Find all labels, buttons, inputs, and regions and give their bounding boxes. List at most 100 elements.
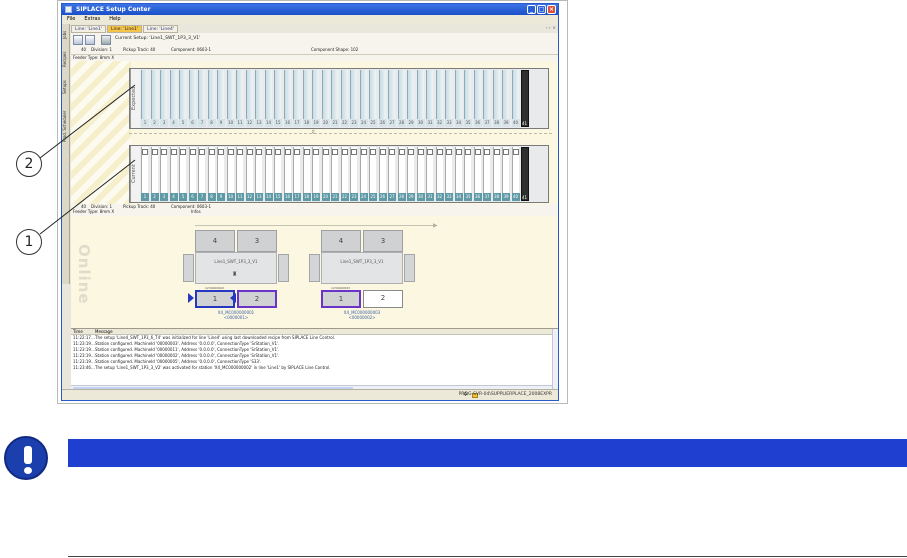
maximize-icon[interactable]: □ <box>537 5 546 14</box>
feeder-track[interactable]: 10 <box>226 147 235 201</box>
feeder-track[interactable]: 15 <box>274 70 282 127</box>
feeder-track[interactable]: 39 <box>502 147 510 201</box>
station-1[interactable]: 4 3 Line1_SWT_1P3_3_V1 ♜ 1234000002 1 2 … <box>183 230 289 320</box>
menu-extras[interactable]: Extras <box>84 15 100 24</box>
log-row[interactable]: 11:23:46... The setup 'Line1_SWT_1P3_3_V2… <box>71 365 558 371</box>
feeder-track[interactable]: 8 <box>207 70 216 127</box>
tab-line-1[interactable]: Line: 'Line1' <box>71 25 107 33</box>
feeder-track[interactable]: 31 <box>426 147 434 201</box>
feeder-track[interactable]: 35 <box>464 70 472 127</box>
feeder-track[interactable]: 13 <box>255 147 263 201</box>
feeder-track[interactable]: 4 <box>169 70 178 127</box>
feeder-track[interactable]: 38 <box>492 147 501 201</box>
feeder-track[interactable]: 11 <box>236 147 244 201</box>
feeder-track[interactable]: 16 <box>283 70 292 127</box>
feeder-track[interactable]: 8 <box>207 147 216 201</box>
feeder-track[interactable]: 26 <box>378 70 387 127</box>
feeder-track[interactable]: 13 <box>255 70 263 127</box>
feeder-track[interactable]: 3 <box>160 70 168 127</box>
feeder-track[interactable]: 28 <box>397 70 406 127</box>
feeder-track[interactable]: 17 <box>293 147 301 201</box>
feeder-track[interactable]: 39 <box>502 70 510 127</box>
feeder-track[interactable]: 27 <box>388 70 396 127</box>
feeder-track[interactable]: 35 <box>464 147 472 201</box>
feeder-track[interactable]: 5 <box>179 70 187 127</box>
feeder-track[interactable]: 21 <box>331 70 339 127</box>
feeder-track[interactable]: 20 <box>321 70 330 127</box>
feeder-track[interactable]: 34 <box>454 147 463 201</box>
head-3[interactable]: 3 <box>363 230 403 252</box>
feeder-track[interactable]: 21 <box>331 147 339 201</box>
feeder-track[interactable]: 18 <box>302 70 311 127</box>
feeder-track[interactable]: 18 <box>302 147 311 201</box>
feeder-track[interactable]: 10 <box>226 70 235 127</box>
feeder-track[interactable]: 19 <box>312 147 320 201</box>
feeder-track[interactable]: 33 <box>445 147 453 201</box>
feeder-track[interactable]: 9 <box>217 147 225 201</box>
feeder-track[interactable]: 25 <box>369 70 377 127</box>
lane-2[interactable]: 2 <box>363 290 403 308</box>
tab-controls[interactable]: ‹ › × <box>546 25 556 33</box>
feeder-track[interactable]: 26 <box>378 147 387 201</box>
feeder-track[interactable]: 14 <box>264 147 273 201</box>
feeder-track[interactable]: 33 <box>445 70 453 127</box>
feeder-track[interactable]: 37 <box>483 70 491 127</box>
feeder-track[interactable]: 19 <box>312 70 320 127</box>
feeder-track[interactable]: 11 <box>236 70 244 127</box>
feeder-track[interactable]: 5 <box>179 147 187 201</box>
feeder-track[interactable]: 6 <box>188 147 197 201</box>
feeder-track[interactable]: 22 <box>340 147 349 201</box>
station-2[interactable]: 4 3 Line1_SWT_1P3_3_V1 1234000003 1 2 X4… <box>309 230 415 320</box>
setup-save-icon[interactable] <box>85 35 95 45</box>
feeder-track[interactable]: 4 <box>169 147 178 201</box>
feeder-track[interactable]: 1 <box>141 147 149 201</box>
head-3[interactable]: 3 <box>237 230 277 252</box>
tab-line-4[interactable]: Line: 'Line4' <box>143 25 179 33</box>
swap-arrow-icon[interactable]: ⇳ <box>311 129 316 136</box>
feeder-track[interactable]: 22 <box>340 70 349 127</box>
feeder-track[interactable]: 9 <box>217 70 225 127</box>
feeder-track[interactable]: 38 <box>492 70 501 127</box>
feeder-track[interactable]: 14 <box>264 70 273 127</box>
feeder-track[interactable]: 30 <box>416 70 425 127</box>
feeder-track[interactable]: 23 <box>350 147 358 201</box>
feeder-track[interactable]: 32 <box>435 147 444 201</box>
printer-icon[interactable] <box>101 35 111 45</box>
feeder-track[interactable]: 15 <box>274 147 282 201</box>
feeder-track[interactable]: 24 <box>359 70 368 127</box>
close-icon[interactable]: × <box>547 5 556 14</box>
feeder-track[interactable]: 23 <box>350 70 358 127</box>
left-tab-recipes[interactable]: Recipes <box>62 46 70 72</box>
feeder-track[interactable]: 2 <box>150 70 159 127</box>
feeder-track[interactable]: 6 <box>188 70 197 127</box>
lane-1[interactable]: 1 <box>321 290 361 308</box>
log-scrollbar-vertical[interactable] <box>552 329 558 390</box>
feeder-track[interactable]: 28 <box>397 147 406 201</box>
feeder-track[interactable]: 29 <box>407 147 415 201</box>
lane-1[interactable]: 1 <box>195 290 235 308</box>
left-tab-jobs[interactable]: Jobs <box>62 26 70 44</box>
feeder-track[interactable]: 7 <box>198 70 206 127</box>
tab-line-1-active[interactable]: Line: 'Line1' <box>107 25 143 33</box>
feeder-track[interactable]: 24 <box>359 147 368 201</box>
feeder-track[interactable]: 2 <box>150 147 159 201</box>
feeder-track[interactable]: 12 <box>245 70 254 127</box>
feeder-track[interactable]: 30 <box>416 147 425 201</box>
left-tab-prod-scheduler[interactable]: Prod. Scheduler <box>62 102 70 150</box>
feeder-track[interactable]: 12 <box>245 147 254 201</box>
feeder-track[interactable]: 34 <box>454 70 463 127</box>
feeder-track[interactable]: 29 <box>407 70 415 127</box>
feeder-track[interactable]: 17 <box>293 70 301 127</box>
menu-help[interactable]: Help <box>109 15 120 24</box>
feeder-track[interactable]: 40 <box>511 70 520 127</box>
feeder-track[interactable]: 1 <box>141 70 149 127</box>
feeder-track[interactable]: 37 <box>483 147 491 201</box>
feeder-track[interactable]: 36 <box>473 147 482 201</box>
feeder-track[interactable]: 32 <box>435 70 444 127</box>
setup-open-icon[interactable] <box>73 35 83 45</box>
feeder-track[interactable]: 36 <box>473 70 482 127</box>
head-4[interactable]: 4 <box>195 230 235 252</box>
feeder-track[interactable]: 40 <box>511 147 520 201</box>
feeder-track[interactable]: 27 <box>388 147 396 201</box>
minimize-icon[interactable]: _ <box>527 5 536 14</box>
